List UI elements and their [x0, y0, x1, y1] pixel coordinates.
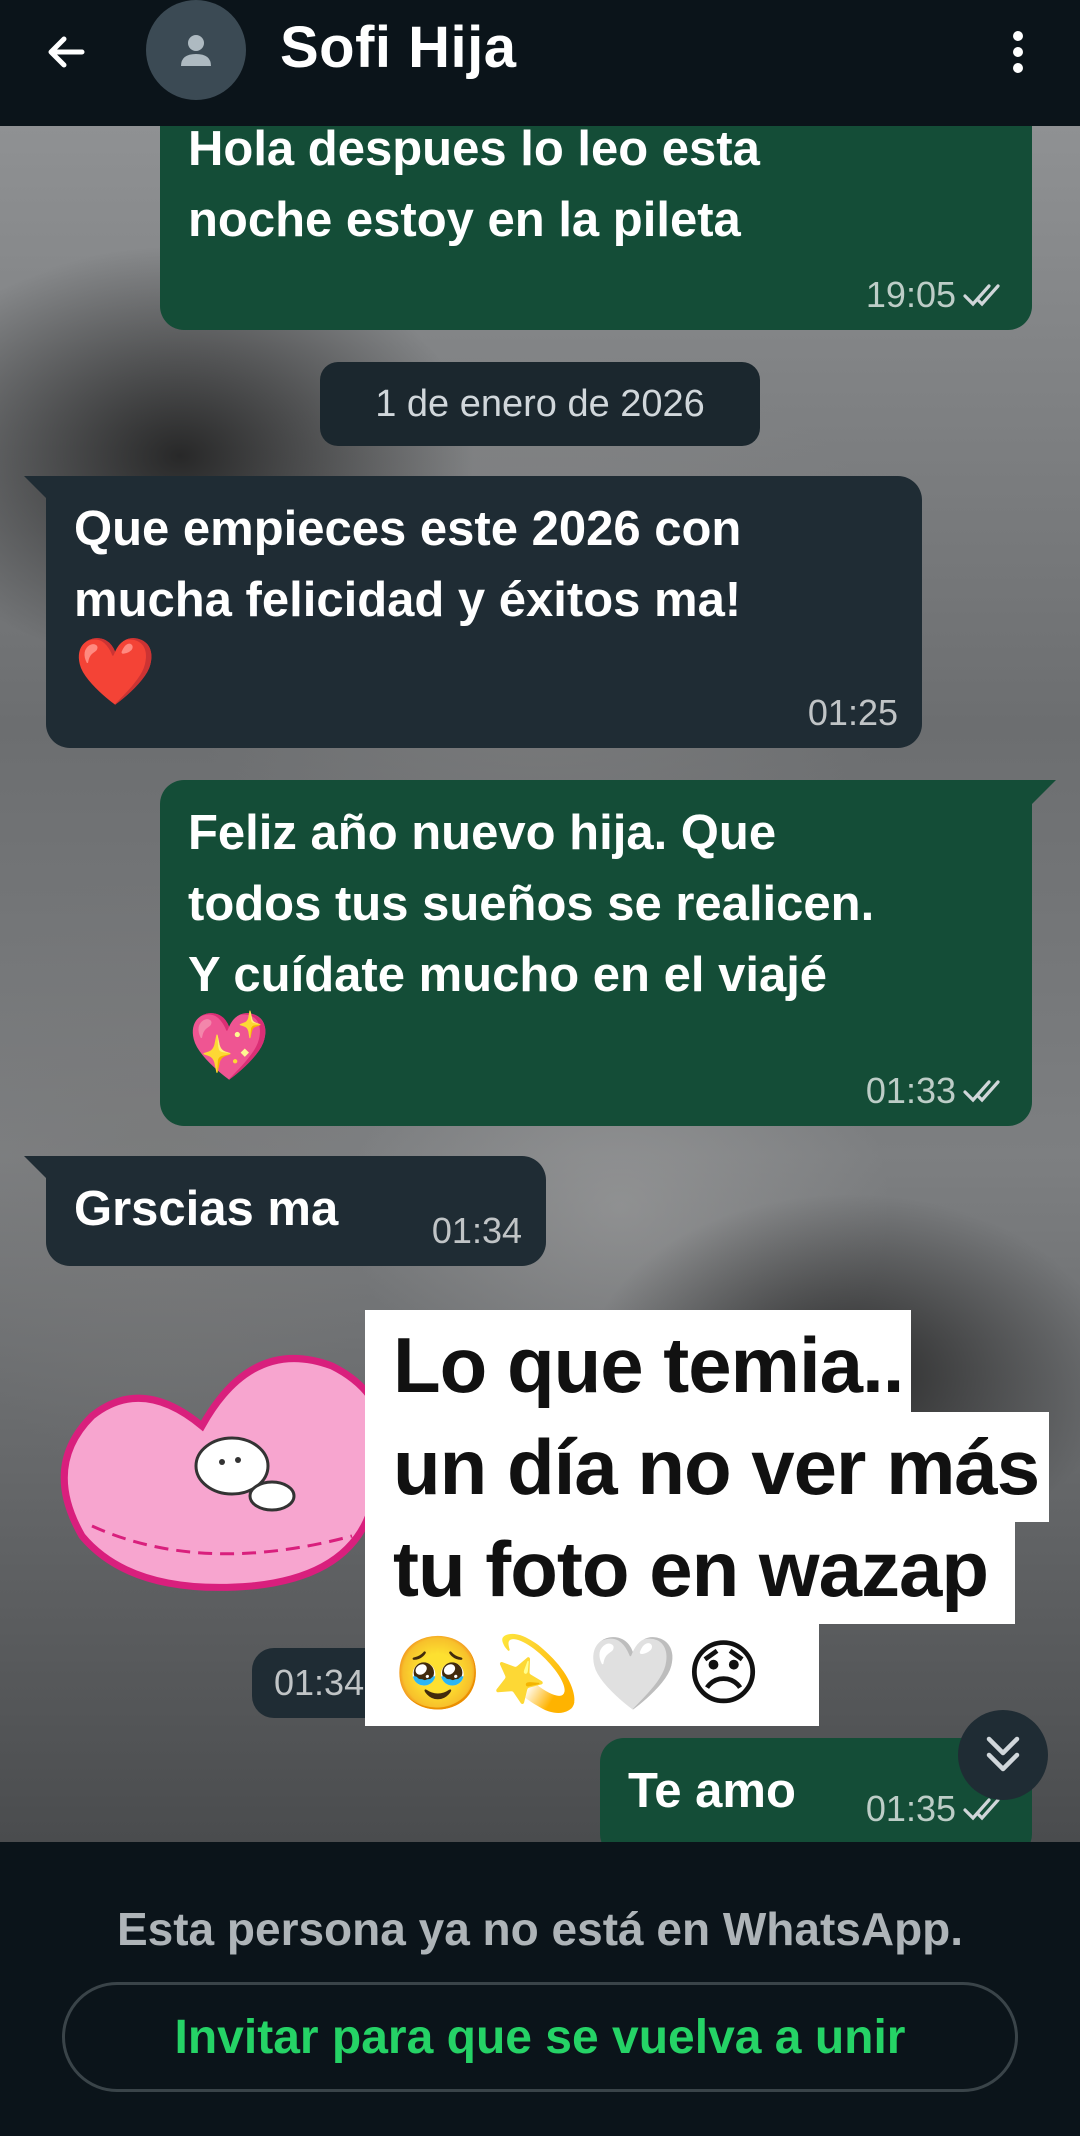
menu-button[interactable] — [996, 20, 1040, 84]
message-bubble-incoming[interactable]: Que empieces este 2026 con mucha felicid… — [46, 476, 922, 748]
invite-button[interactable]: Invitar para que se vuelva a unir — [62, 1982, 1018, 2092]
contact-name[interactable]: Sofi Hija — [280, 14, 517, 81]
double-check-icon — [963, 1080, 1000, 1103]
message-text: Feliz año nuevo hija. Que todos tus sueñ… — [188, 806, 875, 1083]
message-text: Hola despues lo leo esta noche estoy en … — [188, 126, 760, 247]
message-time: 01:25 — [807, 692, 898, 733]
message-text: Que empieces este 2026 con mucha felicid… — [74, 502, 742, 708]
caption-line: tu foto en wazap — [365, 1514, 1015, 1624]
back-button[interactable] — [36, 22, 96, 82]
person-icon — [181, 35, 211, 66]
caption-line: un día no ver más — [365, 1412, 1049, 1522]
message-time: 01:34 — [431, 1210, 522, 1251]
caption-line: Lo que temia.. — [365, 1310, 911, 1420]
double-chevron-down-icon — [986, 1736, 1020, 1772]
heart-emoji: ❤️ — [74, 634, 157, 708]
arrow-left-icon — [48, 36, 85, 68]
bubble-tail — [1030, 780, 1056, 806]
caption-emojis: 🥹💫🤍😞 — [365, 1616, 819, 1726]
avatar[interactable] — [146, 0, 246, 100]
message-bubble-outgoing[interactable]: Feliz año nuevo hija. Que todos tus sueñ… — [160, 780, 1032, 1126]
sparkling-heart-emoji: 💖 — [188, 1009, 271, 1083]
scroll-to-bottom-button[interactable] — [958, 1710, 1048, 1800]
chat-area[interactable]: Hola despues lo leo esta noche estoy en … — [0, 126, 1080, 1842]
double-check-icon — [963, 284, 1000, 307]
message-time: 01:33 — [866, 1070, 1008, 1112]
pink-heart-bunny-sticker[interactable] — [52, 1336, 392, 1601]
more-vertical-icon — [1013, 31, 1023, 73]
date-divider: 1 de enero de 2026 — [320, 362, 760, 446]
message-bubble-incoming[interactable]: Grscias ma 01:34 — [46, 1156, 546, 1266]
message-time: 19:05 — [866, 274, 1008, 316]
message-bubble-outgoing[interactable]: Hola despues lo leo esta noche estoy en … — [160, 126, 1032, 330]
user-left-notice: Esta persona ya no está en WhatsApp. — [116, 1903, 964, 1955]
footer: Esta persona ya no está en WhatsApp. Inv… — [0, 1842, 1080, 2136]
chat-header: Sofi Hija — [0, 0, 1080, 126]
